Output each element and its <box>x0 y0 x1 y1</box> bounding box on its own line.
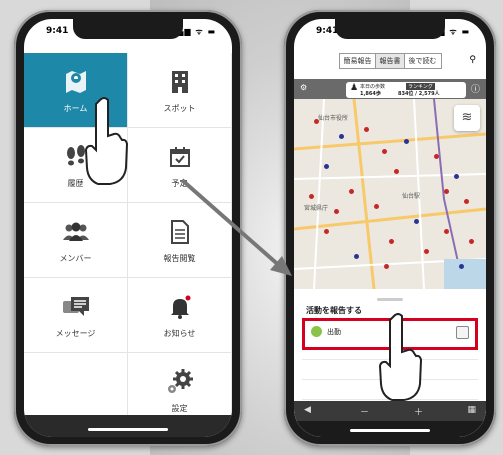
search-icon[interactable]: ⚲ <box>469 55 476 65</box>
menu-label: お知らせ <box>163 328 196 338</box>
tab-report[interactable]: 報告書 <box>374 53 406 69</box>
map-marker[interactable] <box>454 174 459 179</box>
map-marker[interactable] <box>314 119 319 124</box>
report-item-label: 出勤 <box>327 328 341 336</box>
bell-icon <box>169 292 191 322</box>
map-marker[interactable] <box>374 204 379 209</box>
building-icon <box>170 67 190 97</box>
notch <box>335 19 445 39</box>
report-item-attendance[interactable]: 出勤 <box>302 318 478 350</box>
sheet-handle[interactable] <box>377 298 403 301</box>
map-label: 仙台駅 <box>402 193 421 200</box>
help-icon[interactable]: ⓘ <box>471 82 480 95</box>
menu-label: メッセージ <box>55 328 96 338</box>
left-phone: 9:41 ▂▄▆ ᯤ ▬ ホーム スポット 履歴 予定 メンバー 報告閲覧 メッ… <box>14 10 242 446</box>
menu-item-members[interactable]: メンバー <box>24 203 128 278</box>
footprints-icon <box>63 142 89 172</box>
group-icon <box>61 217 91 247</box>
menu-item-reports[interactable]: 報告閲覧 <box>128 203 232 278</box>
map-label: 仙台市役所 <box>318 115 349 122</box>
map-label: 宮城県庁 <box>304 205 329 212</box>
map-marker[interactable] <box>339 134 344 139</box>
map-marker[interactable] <box>364 127 369 132</box>
map-marker[interactable] <box>382 149 387 154</box>
map-header: ⚙ ♟ 本日の歩数 1,864歩 ランキング 834位 / 2,579人 ⓘ <box>294 79 486 99</box>
map-marker[interactable] <box>349 189 354 194</box>
map-marker[interactable] <box>444 189 449 194</box>
menu-item-notices[interactable]: お知らせ <box>128 278 232 353</box>
notch <box>73 19 183 39</box>
chat-icon <box>62 292 90 322</box>
map-marker[interactable] <box>414 219 419 224</box>
map-marker[interactable] <box>384 264 389 269</box>
map-marker[interactable] <box>404 139 409 144</box>
map-marker[interactable] <box>309 194 314 199</box>
menu-item-home[interactable]: ホーム <box>24 53 128 128</box>
menu-item-spot[interactable]: スポット <box>128 53 232 128</box>
sheet-title: 活動を報告する <box>306 306 362 315</box>
zoom-in-button[interactable]: ＋ <box>414 405 423 418</box>
menu-item-history[interactable]: 履歴 <box>24 128 128 203</box>
map-marker[interactable] <box>389 239 394 244</box>
zoom-out-button[interactable]: － <box>360 405 369 418</box>
right-screen: 9:41 ▂▄▆ ᯤ ▬ 簡易報告 報告書 後で読む ⚲ ⚙ ♟ 本日の歩数 1,8… <box>294 19 486 437</box>
document-icon <box>170 217 190 247</box>
back-button[interactable]: ◀ <box>304 405 311 415</box>
map-marker[interactable] <box>354 254 359 259</box>
edit-icon[interactable] <box>456 326 469 339</box>
map-marker[interactable] <box>334 209 339 214</box>
menu-item-messages[interactable]: メッセージ <box>24 278 128 353</box>
check-icon <box>311 326 322 337</box>
layers-icon[interactable]: ≋ <box>454 105 480 131</box>
map-marker[interactable] <box>459 264 464 269</box>
status-time: 9:41 <box>46 26 69 36</box>
map-marker[interactable] <box>469 239 474 244</box>
menu-label: 報告閲覧 <box>163 253 196 263</box>
map-marker[interactable] <box>324 164 329 169</box>
grid-button[interactable]: ▦ <box>467 405 476 415</box>
menu-grid: ホーム スポット 履歴 予定 メンバー 報告閲覧 メッセージ お知らせ 設定 <box>24 53 232 428</box>
tab-read-later[interactable]: 後で読む <box>403 53 442 69</box>
menu-item-schedule[interactable]: 予定 <box>128 128 232 203</box>
bottom-bar <box>294 421 486 437</box>
person-icon: ♟ <box>350 83 359 93</box>
map-marker[interactable] <box>424 249 429 254</box>
map-pin-icon <box>63 67 89 97</box>
gear-icon <box>165 367 195 397</box>
bottom-bar <box>24 415 232 437</box>
map-marker[interactable] <box>464 199 469 204</box>
menu-label: 履歴 <box>67 178 84 188</box>
tab-quick-report[interactable]: 簡易報告 <box>338 53 377 69</box>
menu-label: スポット <box>163 103 196 113</box>
rank-value: 834位 / 2,579人 <box>398 91 440 97</box>
map-marker[interactable] <box>394 169 399 174</box>
steps-value: 1,864歩 <box>360 91 381 97</box>
home-indicator[interactable] <box>88 428 168 431</box>
menu-label: 設定 <box>171 403 188 413</box>
left-screen: 9:41 ▂▄▆ ᯤ ▬ ホーム スポット 履歴 予定 メンバー 報告閲覧 メッ… <box>24 19 232 437</box>
map-marker[interactable] <box>434 154 439 159</box>
menu-label: 予定 <box>171 178 188 188</box>
step-info-box: ♟ 本日の歩数 1,864歩 ランキング 834位 / 2,579人 <box>346 82 466 98</box>
menu-label: ホーム <box>63 103 88 113</box>
map-marker[interactable] <box>444 229 449 234</box>
map-marker[interactable] <box>324 229 329 234</box>
rank-label: ランキング <box>406 83 435 90</box>
menu-label: メンバー <box>59 253 92 263</box>
calendar-check-icon <box>169 142 191 172</box>
right-phone: 9:41 ▂▄▆ ᯤ ▬ 簡易報告 報告書 後で読む ⚲ ⚙ ♟ 本日の歩数 1,8… <box>284 10 496 446</box>
bottom-toolbar: ◀ － ＋ ▦ <box>294 401 486 421</box>
map-view[interactable]: ⚙ ♟ 本日の歩数 1,864歩 ランキング 834位 / 2,579人 ⓘ ≋… <box>294 79 486 289</box>
report-tabs: 簡易報告 報告書 後で読む <box>294 53 486 71</box>
home-indicator[interactable] <box>350 429 430 432</box>
settings-icon[interactable]: ⚙ <box>300 83 307 92</box>
steps-label: 本日の歩数 <box>360 84 386 90</box>
